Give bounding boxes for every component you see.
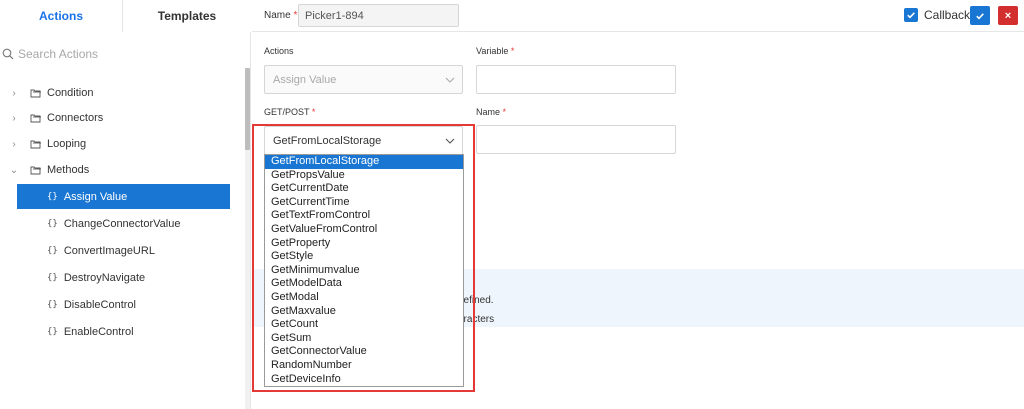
dropdown-option[interactable]: GetTextFromControl xyxy=(265,209,463,223)
tree-group-condition[interactable]: › Condition xyxy=(8,82,93,104)
chevron-right-icon[interactable]: › xyxy=(8,88,20,99)
tab-actions[interactable]: Actions xyxy=(0,0,123,32)
search-bar xyxy=(0,42,250,66)
tree-item-assign-value[interactable]: {} Assign Value xyxy=(17,184,230,209)
chevron-down-icon[interactable]: ⌄ xyxy=(8,165,20,176)
tab-templates[interactable]: Templates xyxy=(123,0,251,32)
tree-item-destroy-navigate[interactable]: {} DestroyNavigate xyxy=(17,265,230,290)
actions-panel: Actions Templates › Condition › Connecto… xyxy=(0,0,251,409)
dropdown-option[interactable]: GetFromLocalStorage xyxy=(265,155,463,169)
code-braces-icon: {} xyxy=(47,191,58,202)
folder-icon xyxy=(30,88,42,98)
callback-label: Callback xyxy=(924,8,971,22)
getpost-select[interactable]: GetFromLocalStorage xyxy=(264,126,463,155)
cancel-button[interactable]: × xyxy=(998,6,1018,25)
dropdown-option[interactable]: GetProperty xyxy=(265,237,463,251)
dropdown-option[interactable]: GetConnectorValue xyxy=(265,345,463,359)
panel-tabs: Actions Templates xyxy=(0,0,251,32)
required-mark: * xyxy=(311,107,316,117)
dropdown-option[interactable]: GetCount xyxy=(265,318,463,332)
actions-select-value: Assign Value xyxy=(273,73,337,86)
check-icon xyxy=(907,12,915,19)
dropdown-option[interactable]: GetDeviceInfo xyxy=(265,373,463,387)
variable-input[interactable] xyxy=(476,65,676,94)
required-mark: * xyxy=(510,46,515,56)
tree-scrollbar-thumb[interactable] xyxy=(245,68,250,150)
code-braces-icon: {} xyxy=(47,245,58,256)
actions-select[interactable]: Assign Value xyxy=(264,65,463,94)
dropdown-option[interactable]: RandomNumber xyxy=(265,359,463,373)
getpost-dropdown-list[interactable]: GetFromLocalStorage GetPropsValue GetCur… xyxy=(264,154,464,387)
required-mark: * xyxy=(502,107,507,117)
name-field-label-2: Name * xyxy=(476,107,506,117)
chevron-right-icon[interactable]: › xyxy=(8,139,20,150)
getpost-field-label: GET/POST * xyxy=(264,107,315,117)
name-field-label: Name * xyxy=(264,10,297,21)
variable-field-label: Variable * xyxy=(476,46,514,56)
getpost-select-value: GetFromLocalStorage xyxy=(273,134,382,147)
actions-field-label: Actions xyxy=(264,46,294,56)
name-input[interactable]: Picker1-894 xyxy=(298,4,459,27)
tree-group-label: Connectors xyxy=(47,112,104,124)
search-input[interactable] xyxy=(18,47,218,61)
action-tree: › Condition › Connectors › Looping ⌄ Met… xyxy=(0,68,245,409)
dropdown-option[interactable]: GetCurrentTime xyxy=(265,196,463,210)
code-braces-icon: {} xyxy=(47,299,58,310)
check-icon xyxy=(976,12,984,20)
dropdown-option[interactable]: GetCurrentDate xyxy=(265,182,463,196)
dropdown-option[interactable]: GetPropsValue xyxy=(265,169,463,183)
chevron-down-icon xyxy=(438,77,462,83)
tree-item-label: Assign Value xyxy=(63,190,128,203)
tree-group-looping[interactable]: › Looping xyxy=(8,133,86,155)
name-label-text: Name xyxy=(476,107,501,117)
search-icon xyxy=(2,48,14,60)
getpost-label-text: GET/POST xyxy=(264,107,310,117)
chevron-right-icon[interactable]: › xyxy=(8,113,20,124)
editor-header: Name * Picker1-894 Callback × xyxy=(252,0,1024,32)
tree-group-connectors[interactable]: › Connectors xyxy=(8,107,103,129)
tree-item-label: ChangeConnectorValue xyxy=(63,217,181,230)
tree-item-label: DestroyNavigate xyxy=(63,271,146,284)
dropdown-option[interactable]: GetMinimumvalue xyxy=(265,264,463,278)
tree-item-label: ConvertImageURL xyxy=(63,244,155,257)
tree-group-label: Looping xyxy=(47,138,87,150)
save-button[interactable] xyxy=(970,6,990,25)
name-label-text: Name xyxy=(264,10,291,21)
tree-item-label: EnableControl xyxy=(63,325,134,338)
variable-label-text: Variable xyxy=(476,46,509,56)
tree-item-change-connector-value[interactable]: {} ChangeConnectorValue xyxy=(17,211,230,236)
chevron-down-icon xyxy=(438,138,462,144)
dropdown-option[interactable]: GetModelData xyxy=(265,277,463,291)
callback-checkbox[interactable] xyxy=(904,8,918,22)
folder-icon xyxy=(30,139,42,149)
dropdown-option[interactable]: GetStyle xyxy=(265,250,463,264)
tree-group-label: Condition xyxy=(47,87,94,99)
folder-icon xyxy=(30,113,42,123)
tree-item-enable-control[interactable]: {} EnableControl xyxy=(17,319,230,344)
tree-item-label: DisableControl xyxy=(63,298,136,311)
tree-group-label: Methods xyxy=(47,164,90,176)
tree-item-convert-image-url[interactable]: {} ConvertImageURL xyxy=(17,238,230,263)
required-mark: * xyxy=(293,10,298,21)
folder-icon xyxy=(30,165,42,175)
dropdown-option[interactable]: GetMaxvalue xyxy=(265,305,463,319)
code-braces-icon: {} xyxy=(47,272,58,283)
close-icon: × xyxy=(1004,9,1012,22)
dropdown-option[interactable]: GetValueFromControl xyxy=(265,223,463,237)
tree-group-methods[interactable]: ⌄ Methods xyxy=(8,159,89,181)
action-editor: Name * Picker1-894 Callback × Actions As… xyxy=(252,0,1024,409)
callback-toggle[interactable]: Callback xyxy=(904,8,970,22)
dropdown-option[interactable]: GetModal xyxy=(265,291,463,305)
dropdown-option[interactable]: GetSum xyxy=(265,332,463,346)
code-braces-icon: {} xyxy=(47,218,58,229)
name-value-input[interactable] xyxy=(476,125,676,154)
code-braces-icon: {} xyxy=(47,326,58,337)
tree-item-disable-control[interactable]: {} DisableControl xyxy=(17,292,230,317)
